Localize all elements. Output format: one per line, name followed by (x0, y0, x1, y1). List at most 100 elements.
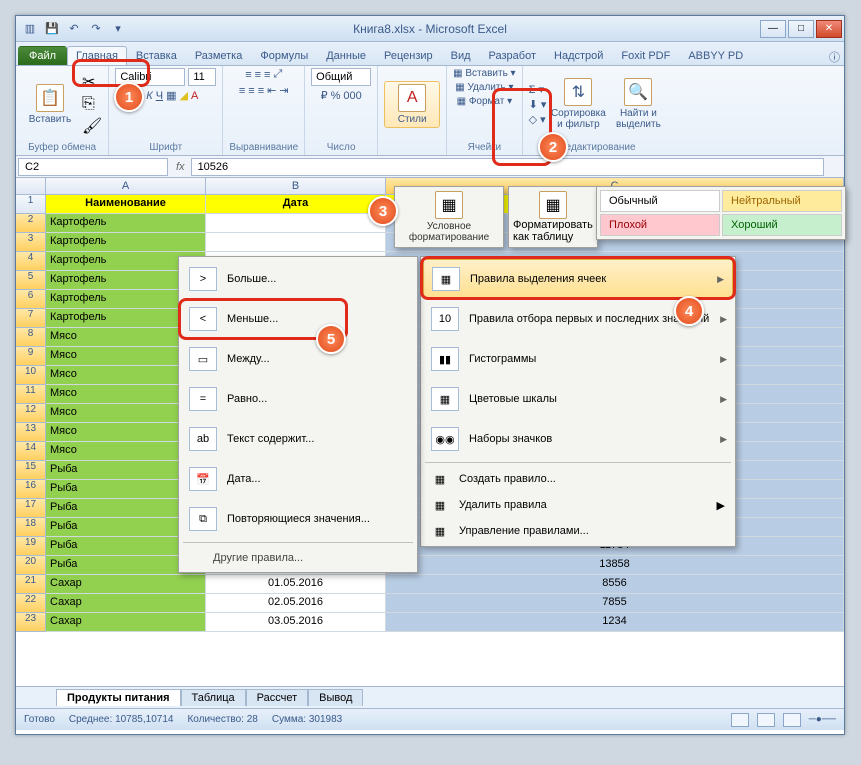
select-all-corner[interactable] (16, 178, 46, 195)
row-header[interactable]: 2 (16, 214, 46, 233)
number-format-combo[interactable]: Общий (311, 68, 371, 86)
row-header[interactable]: 22 (16, 594, 46, 613)
format-painter-icon[interactable]: 🖌 (82, 116, 102, 136)
sheet-tab-4[interactable]: Вывод (308, 689, 363, 706)
undo-icon[interactable]: ↶ (64, 19, 84, 39)
tab-home[interactable]: Главная (67, 46, 127, 65)
sheet-tab-1[interactable]: Продукты питания (56, 689, 181, 706)
row-header[interactable]: 18 (16, 518, 46, 537)
fill-icon[interactable]: ⬇ ▾ (529, 98, 547, 111)
col-header-A[interactable]: A (46, 178, 206, 195)
paste-button[interactable]: 📋 Вставить (22, 82, 78, 127)
qat-customize-icon[interactable]: ▾ (108, 19, 128, 39)
row-header[interactable]: 10 (16, 366, 46, 385)
comma-icon[interactable]: 000 (343, 90, 361, 102)
align-center-icon[interactable]: ≡ (248, 85, 254, 97)
clear-icon[interactable]: ◇ ▾ (529, 113, 547, 126)
fx-icon[interactable]: fx (170, 161, 191, 173)
close-button[interactable]: ✕ (816, 20, 842, 38)
cell[interactable] (206, 214, 386, 233)
submenu-more-rules[interactable]: Другие правила... (179, 546, 417, 570)
cell[interactable]: Дата (206, 195, 386, 214)
find-select-button[interactable]: 🔍 Найти и выделить (610, 76, 666, 132)
cell[interactable]: 8556 (386, 575, 844, 594)
sort-filter-button[interactable]: ⇅ Сортировка и фильтр (550, 76, 606, 132)
orientation-icon[interactable]: ⤢ (273, 68, 282, 81)
row-header[interactable]: 15 (16, 461, 46, 480)
style-neutral[interactable]: Нейтральный (722, 190, 842, 212)
style-good[interactable]: Хороший (722, 214, 842, 236)
cell[interactable]: 02.05.2016 (206, 594, 386, 613)
align-mid-icon[interactable]: ≡ (255, 69, 261, 81)
formula-bar[interactable]: 10526 (191, 158, 824, 176)
italic-button[interactable]: К (146, 90, 152, 102)
row-header[interactable]: 1 (16, 195, 46, 214)
font-size-combo[interactable]: 11 (188, 68, 216, 86)
submenu-between[interactable]: ▭ Между... (179, 339, 417, 379)
cell[interactable]: 01.05.2016 (206, 575, 386, 594)
cells-format-button[interactable]: ▦ Формат ▾ (457, 96, 513, 107)
tab-layout[interactable]: Разметка (186, 46, 252, 65)
cell[interactable]: Картофель (46, 214, 206, 233)
cell[interactable]: 03.05.2016 (206, 613, 386, 632)
submenu-equal-to[interactable]: = Равно... (179, 379, 417, 419)
tab-data[interactable]: Данные (317, 46, 375, 65)
fill-color-button[interactable]: ◢ (180, 89, 188, 102)
col-header-B[interactable]: B (206, 178, 386, 195)
cell[interactable]: Картофель (46, 233, 206, 252)
align-right-icon[interactable]: ≡ (258, 85, 264, 97)
redo-icon[interactable]: ↷ (86, 19, 106, 39)
name-box[interactable]: C2 (18, 158, 168, 176)
cells-insert-button[interactable]: ▦ Вставить ▾ (453, 68, 515, 79)
cell[interactable]: 7855 (386, 594, 844, 613)
row-header[interactable]: 4 (16, 252, 46, 271)
menu-highlight-cells-rules[interactable]: ▦ Правила выделения ячеек ▶ (423, 259, 733, 299)
style-normal[interactable]: Обычный (600, 190, 720, 212)
tab-formulas[interactable]: Формулы (251, 46, 317, 65)
menu-clear-rules[interactable]: ▦ Удалить правила ▶ (421, 492, 735, 518)
ribbon-help-icon[interactable]: ⓘ (829, 49, 840, 65)
indent-inc-icon[interactable]: ⇥ (279, 84, 288, 97)
align-bot-icon[interactable]: ≡ (264, 69, 270, 81)
row-header[interactable]: 5 (16, 271, 46, 290)
row-header[interactable]: 13 (16, 423, 46, 442)
tab-foxit[interactable]: Foxit PDF (612, 46, 679, 65)
cell-styles-gallery[interactable]: Обычный Нейтральный Плохой Хороший (596, 186, 846, 240)
menu-color-scales[interactable]: ▦ Цветовые шкалы ▶ (421, 379, 735, 419)
underline-button[interactable]: Ч (156, 90, 163, 102)
submenu-date-occurring[interactable]: 📅 Дата... (179, 459, 417, 499)
styles-button[interactable]: A Стили (384, 81, 440, 128)
style-bad[interactable]: Плохой (600, 214, 720, 236)
menu-icon-sets[interactable]: ◉◉ Наборы значков ▶ (421, 419, 735, 459)
row-header[interactable]: 12 (16, 404, 46, 423)
tab-view[interactable]: Вид (442, 46, 480, 65)
minimize-button[interactable]: — (760, 20, 786, 38)
row-header[interactable]: 3 (16, 233, 46, 252)
row-header[interactable]: 19 (16, 537, 46, 556)
percent-icon[interactable]: % (331, 90, 341, 102)
cut-icon[interactable]: ✂ (82, 72, 102, 92)
save-icon[interactable]: 💾 (42, 19, 62, 39)
submenu-greater-than[interactable]: > Больше... (179, 259, 417, 299)
tab-abbyy[interactable]: ABBYY PD (679, 46, 752, 65)
menu-new-rule[interactable]: ▦ Создать правило... (421, 466, 735, 492)
zoom-slider[interactable]: ─●── (809, 714, 836, 725)
font-color-button[interactable]: A (191, 90, 198, 102)
row-header[interactable]: 20 (16, 556, 46, 575)
align-left-icon[interactable]: ≡ (239, 85, 245, 97)
cell[interactable]: Наименование (46, 195, 206, 214)
sheet-tab-3[interactable]: Рассчет (246, 689, 309, 706)
menu-manage-rules[interactable]: ▦ Управление правилами... (421, 518, 735, 544)
view-layout-icon[interactable] (757, 713, 775, 727)
autosum-icon[interactable]: Σ ▾ (529, 83, 547, 96)
row-header[interactable]: 16 (16, 480, 46, 499)
row-header[interactable]: 17 (16, 499, 46, 518)
format-as-table-button[interactable]: ▦ Форматировать как таблицу (508, 186, 598, 248)
row-header[interactable]: 7 (16, 309, 46, 328)
row-header[interactable]: 9 (16, 347, 46, 366)
excel-icon[interactable]: ▥ (20, 19, 40, 39)
row-header[interactable]: 6 (16, 290, 46, 309)
cell[interactable]: 1234 (386, 613, 844, 632)
maximize-button[interactable]: □ (788, 20, 814, 38)
cells-delete-button[interactable]: ▦ Удалить ▾ (455, 82, 513, 93)
